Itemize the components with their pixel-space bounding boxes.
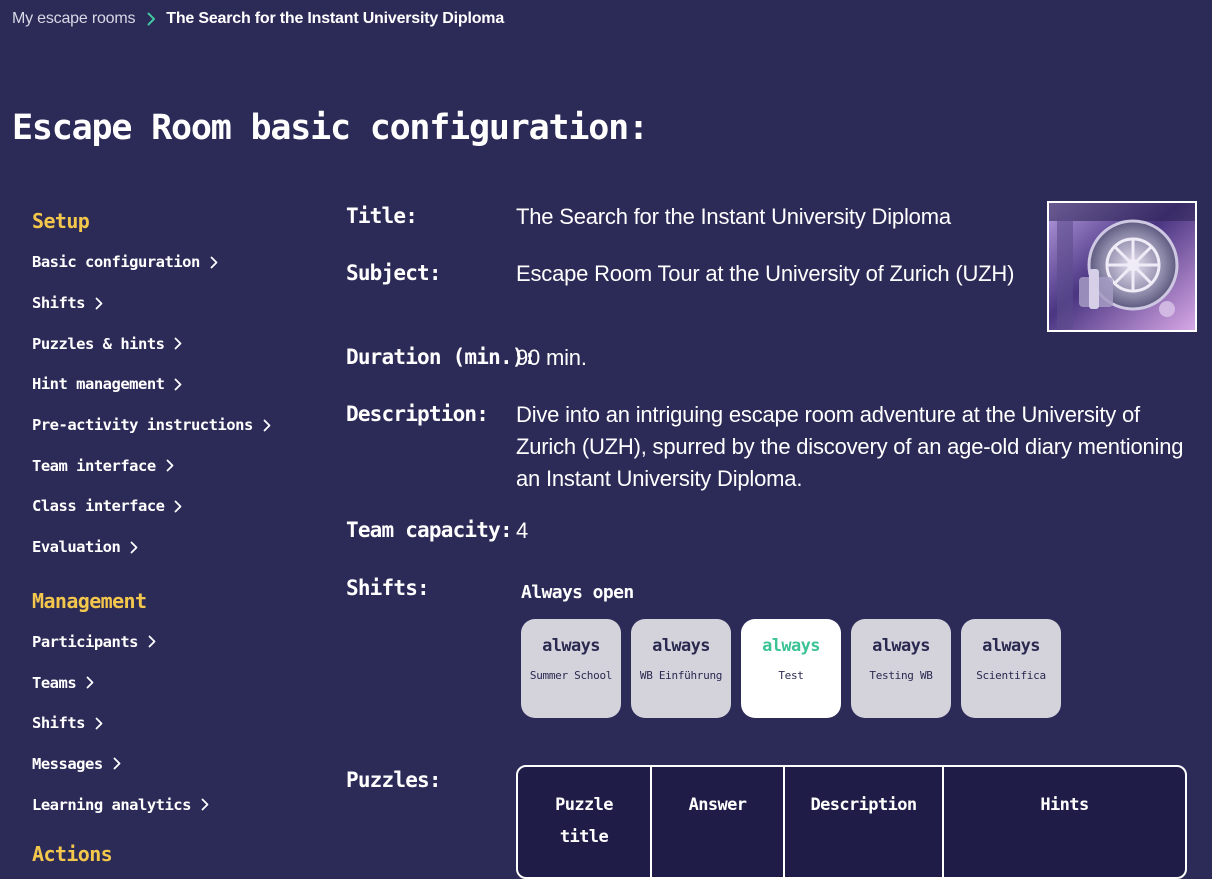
sidebar: Setup Basic configuration Shifts Puzzles…: [32, 206, 312, 869]
sidebar-section-management: Management Participants Teams Shifts Mes…: [32, 586, 312, 825]
sidebar-item-learning-analytics[interactable]: Learning analytics: [32, 784, 312, 825]
vault-door-image: [1049, 203, 1195, 330]
sidebar-item-label: Learning analytics: [32, 795, 191, 814]
shift-name: Test: [778, 669, 804, 682]
team-capacity-value: 4: [516, 518, 529, 543]
sidebar-item-evaluation[interactable]: Evaluation: [32, 527, 312, 568]
shift-availability: always: [652, 636, 710, 656]
subject-label: Subject:: [346, 261, 442, 285]
puzzles-table: Puzzle title Answer Description Hints: [516, 765, 1187, 879]
sidebar-item-label: Messages: [32, 754, 103, 773]
chevron-right-icon: [174, 337, 182, 350]
title-label: Title:: [346, 204, 418, 228]
table-header-answer: Answer: [652, 767, 785, 877]
sidebar-item-label: Shifts: [32, 294, 86, 313]
shift-name: Scientifica: [976, 669, 1046, 682]
chevron-right-icon: [174, 378, 182, 391]
shift-name: WB Einführung: [639, 669, 723, 682]
shift-card-test[interactable]: always Test: [741, 619, 841, 718]
sidebar-item-pre-activity-instructions[interactable]: Pre-activity instructions: [32, 405, 312, 446]
page-title: Escape Room basic configuration:: [12, 108, 649, 148]
subject-value: Escape Room Tour at the University of Zu…: [516, 261, 1015, 286]
chevron-right-icon: [174, 500, 182, 513]
chevron-right-icon: [263, 419, 271, 432]
sidebar-section-title: Management: [32, 588, 147, 613]
sidebar-item-label: Hint management: [32, 375, 165, 394]
breadcrumb-link-my-escape-rooms[interactable]: My escape rooms: [12, 10, 135, 28]
chevron-right-icon: [95, 717, 103, 730]
shift-card-scientifica[interactable]: always Scientifica: [961, 619, 1061, 718]
chevron-right-icon: [86, 676, 94, 689]
chevron-right-icon: [201, 798, 209, 811]
sidebar-item-label: Team interface: [32, 456, 156, 475]
shift-availability: always: [542, 636, 600, 656]
title-value: The Search for the Instant University Di…: [516, 204, 951, 229]
sidebar-section-actions: Actions: [32, 839, 312, 869]
shift-availability: always: [872, 636, 930, 656]
sidebar-item-hint-management[interactable]: Hint management: [32, 364, 312, 405]
shift-cards: always Summer School always WB Einführun…: [521, 619, 1061, 718]
puzzles-label: Puzzles:: [346, 768, 442, 792]
sidebar-item-basic-configuration[interactable]: Basic configuration: [32, 242, 312, 283]
sidebar-item-label: Puzzles & hints: [32, 334, 165, 353]
shift-name: Testing WB: [869, 669, 933, 682]
sidebar-item-label: Shifts: [32, 714, 86, 733]
shift-card-summer-school[interactable]: always Summer School: [521, 619, 621, 718]
chevron-right-icon: [210, 256, 218, 269]
shifts-label: Shifts:: [346, 576, 430, 600]
sidebar-item-label: Class interface: [32, 497, 165, 516]
sidebar-item-teams[interactable]: Teams: [32, 662, 312, 703]
chevron-right-icon: [95, 297, 103, 310]
description-label: Description:: [346, 402, 489, 426]
chevron-right-icon: [148, 635, 156, 648]
sidebar-item-label: Basic configuration: [32, 253, 200, 272]
shift-card-testing-wb[interactable]: always Testing WB: [851, 619, 951, 718]
sidebar-item-class-interface[interactable]: Class interface: [32, 486, 312, 527]
shifts-subtitle: Always open: [521, 582, 634, 603]
table-header-puzzle-title: Puzzle title: [518, 767, 652, 877]
shift-name: Summer School: [529, 669, 613, 682]
sidebar-section-title: Actions: [32, 841, 113, 866]
sidebar-item-label: Participants: [32, 632, 138, 651]
duration-label: Duration (min.):: [346, 345, 536, 369]
chevron-right-icon: [147, 12, 156, 26]
sidebar-item-puzzles-hints[interactable]: Puzzles & hints: [32, 323, 312, 364]
sidebar-item-label: Evaluation: [32, 538, 121, 557]
chevron-right-icon: [113, 757, 121, 770]
sidebar-item-team-interface[interactable]: Team interface: [32, 445, 312, 486]
team-capacity-label: Team capacity:: [346, 518, 513, 542]
duration-value: 90 min.: [516, 345, 587, 370]
sidebar-item-participants[interactable]: Participants: [32, 622, 312, 663]
chevron-right-icon: [130, 541, 138, 554]
shift-availability: always: [762, 636, 820, 656]
chevron-right-icon: [166, 459, 174, 472]
sidebar-item-label: Teams: [32, 673, 77, 692]
breadcrumb-current: The Search for the Instant University Di…: [166, 10, 505, 27]
sidebar-section-title: Setup: [32, 209, 90, 233]
table-header-description: Description: [785, 767, 944, 877]
sidebar-item-messages[interactable]: Messages: [32, 744, 312, 785]
breadcrumb: My escape rooms The Search for the Insta…: [12, 10, 504, 28]
shift-card-wb-einfuhrung[interactable]: always WB Einführung: [631, 619, 731, 718]
sidebar-item-shifts[interactable]: Shifts: [32, 283, 312, 324]
sidebar-item-label: Pre-activity instructions: [32, 416, 253, 435]
sidebar-item-management-shifts[interactable]: Shifts: [32, 703, 312, 744]
table-header-hints: Hints: [1040, 795, 1089, 815]
escape-room-thumbnail: [1047, 201, 1197, 332]
sidebar-section-setup: Setup Basic configuration Shifts Puzzles…: [32, 206, 312, 568]
shift-availability: always: [982, 636, 1040, 656]
description-value: Dive into an intriguing escape room adve…: [516, 402, 1184, 491]
